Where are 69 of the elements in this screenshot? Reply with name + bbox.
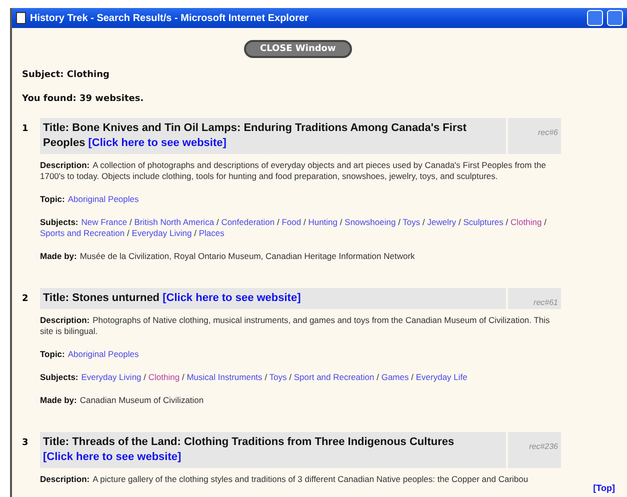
page-icon — [16, 12, 26, 24]
description-text: Description: A picture gallery of the clothing styles and traditions of 3 different Canadian Native peoples: the Copper and Caribou — [40, 474, 530, 485]
separator-slash: / — [276, 217, 280, 227]
separator-slash: / — [411, 372, 414, 382]
website-link[interactable]: [Click here to see website] — [43, 451, 182, 463]
subject-link[interactable]: Sport and Recreation — [294, 372, 374, 382]
description-text: Description: Photographs of Native clothing, musical instruments, and games and toys from the Canadian Museum of Civilization. This site is bilingual. — [40, 315, 551, 337]
topic-link[interactable]: Aboriginal Peoples — [68, 349, 139, 359]
separator-slash: / — [182, 372, 184, 382]
result-title: Title: Bone Knives and Tin Oil Lamps: Enduring Traditions Among Canada's First Peoples [Click here to see website] — [40, 118, 506, 154]
result-number: 3 — [22, 437, 30, 450]
subject-link[interactable]: Musical Instruments — [186, 372, 262, 382]
subject-link[interactable]: Food — [282, 217, 302, 227]
subject-link[interactable]: Everyday Life — [416, 372, 468, 382]
separator-slash: / — [506, 217, 508, 227]
separator-slash: / — [422, 217, 425, 227]
topic-label: Topic: — [40, 194, 65, 204]
website-link[interactable]: [Click here to see website] — [162, 292, 301, 304]
separator-slash: / — [340, 217, 342, 227]
subject-link[interactable]: Confederation — [221, 217, 275, 227]
record-number: rec#6 — [508, 118, 561, 154]
subject-label: Subject: Clothing — [22, 70, 110, 80]
result-count: You found: 39 websites. — [22, 94, 145, 104]
made-by-text: Made by: Canadian Museum of Civilization — [40, 395, 205, 406]
subject-link[interactable]: Hunting — [308, 217, 338, 227]
subject-link[interactable]: New France — [81, 217, 128, 227]
made-by-text: Made by: Musée de la Civilization, Royal Ontario Museum, Canadian Heritage Information Network — [40, 251, 416, 262]
subject-link[interactable]: Clothing — [510, 217, 542, 227]
separator-slash: / — [398, 217, 400, 227]
separator-slash: / — [194, 228, 196, 238]
subject-link[interactable]: Snowshoeing — [344, 217, 396, 227]
result-title: Title: Threads of the Land: Clothing Traditions from Three Indigenous Cultures [Click here to see website] — [40, 432, 506, 468]
separator-slash: / — [289, 372, 292, 382]
subject-link[interactable]: Clothing — [148, 372, 180, 382]
close-window-button[interactable]: CLOSE Window — [244, 40, 352, 58]
subject-link[interactable]: Sports and Recreation — [40, 228, 125, 238]
separator-slash: / — [376, 372, 379, 382]
separator-slash: / — [126, 228, 130, 238]
topic-link[interactable]: Aboriginal Peoples — [68, 194, 139, 204]
result-number: 1 — [22, 123, 30, 136]
subject-link[interactable]: Sculptures — [463, 217, 504, 227]
subjects-label: Subjects: — [40, 372, 78, 382]
subject-link[interactable]: Everyday Living — [81, 372, 142, 382]
subject-link[interactable]: Everyday Living — [132, 228, 192, 238]
top-link[interactable]: [Top] — [593, 483, 615, 493]
subject-link[interactable]: British North America — [134, 217, 214, 227]
minimize-button[interactable] — [587, 10, 603, 26]
record-number: rec#236 — [508, 432, 561, 468]
separator-slash: / — [458, 217, 461, 227]
description-text: Description: A collection of photographs and descriptions of everyday objects and art pieces used by Canada's First Peoples from the 1700's to today. Objects include clothing, tools for hunting and food preparation, snowshoes, jewelry, toys, and sculptures. — [40, 160, 547, 182]
subject-link[interactable]: Toys — [269, 372, 287, 382]
separator-slash: / — [144, 372, 146, 382]
subject-link[interactable]: Jewelry — [427, 217, 456, 227]
subject-link[interactable]: Toys — [402, 217, 420, 227]
separator-slash: / — [264, 372, 268, 382]
separator-slash: / — [303, 217, 306, 227]
result-number: 2 — [22, 293, 30, 306]
result-title: Title: Stones unturned [Click here to see website] — [40, 288, 506, 309]
topic-label: Topic: — [40, 349, 65, 359]
separator-slash: / — [216, 217, 219, 227]
subject-link[interactable]: Places — [198, 228, 224, 238]
subjects-label: Subjects: — [40, 217, 78, 227]
separator-slash: / — [129, 217, 132, 227]
record-number: rec#61 — [508, 288, 561, 309]
website-link[interactable]: [Click here to see website] — [88, 137, 226, 149]
window-title: History Trek - Search Result/s - Microsoft Internet Explorer — [30, 12, 310, 24]
subject-link[interactable]: Games — [381, 372, 409, 382]
maximize-button[interactable] — [607, 10, 623, 26]
separator-slash: / — [544, 217, 546, 227]
